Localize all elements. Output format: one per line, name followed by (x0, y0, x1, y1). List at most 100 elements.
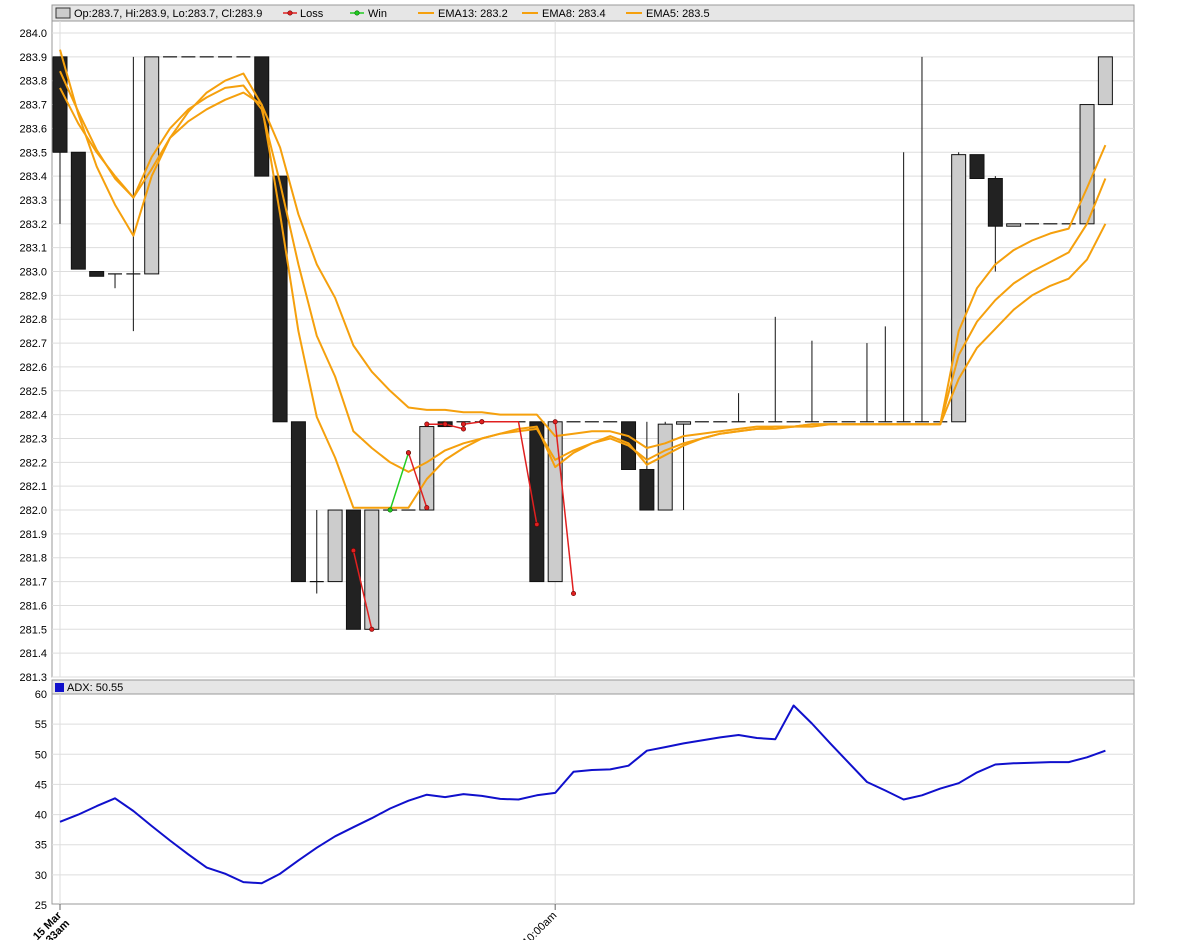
chart-canvas: Op:283.7, Hi:283.9, Lo:283.7, Cl:283.9 L… (19, 4, 1135, 945)
candle (290, 421, 306, 583)
adx-pane (51, 693, 1135, 905)
price-plot (52, 49, 1113, 632)
price-tick-label: 283.6 (19, 123, 47, 135)
candle (108, 273, 123, 289)
price-tick-label: 282.8 (19, 314, 47, 326)
candle (327, 509, 343, 583)
price-tick-label: 284.0 (19, 28, 47, 40)
adx-tick-label: 50 (35, 749, 47, 761)
candle (89, 271, 105, 277)
price-tick-label: 281.4 (19, 648, 47, 660)
candle (1006, 223, 1022, 227)
candle (529, 421, 545, 583)
candle (768, 316, 783, 423)
adx-line (59, 704, 1106, 885)
trade-marker (424, 421, 430, 427)
candle (969, 154, 985, 179)
loss-legend-marker (287, 10, 293, 16)
candle-body-down (529, 421, 545, 583)
win-legend-text: Win (368, 8, 387, 20)
adx-tick-label: 40 (35, 810, 47, 822)
adx-tick-label: 55 (35, 719, 47, 731)
price-tick-label: 282.1 (19, 481, 47, 493)
price-tick-label: 282.3 (19, 433, 47, 445)
price-tick-label: 281.5 (19, 624, 47, 636)
candle-body-up (657, 423, 673, 511)
trade-marker (369, 626, 375, 632)
candle-body-down (969, 154, 985, 179)
candle-body-up (951, 154, 967, 423)
price-tick-label: 281.3 (19, 672, 47, 684)
price-tick-label: 283.4 (19, 171, 47, 183)
price-tick-label: 282.9 (19, 290, 47, 302)
ema13-legend-text: EMA13: 283.2 (438, 8, 508, 20)
ohlc-legend-swatch (55, 7, 71, 19)
candle (731, 393, 746, 423)
candle-body-down (89, 271, 105, 277)
candle-body-down (639, 468, 655, 511)
candle-body-up (1079, 104, 1095, 225)
price-tick-label: 282.7 (19, 338, 47, 350)
candle-body-down (70, 151, 86, 270)
price-tick-label: 283.9 (19, 52, 47, 64)
candle (547, 421, 563, 583)
price-tick-label: 282.0 (19, 505, 47, 517)
candle (657, 421, 673, 511)
price-tick-label: 283.2 (19, 219, 47, 231)
axes: 281.3 281.4 281.5 281.6 281.7 281.8 281.9 282.0… (19, 28, 560, 945)
price-tick-label: 283.0 (19, 267, 47, 279)
candle (1079, 104, 1095, 225)
ema8-legend-text: EMA8: 283.4 (542, 8, 606, 20)
win-trade (387, 450, 411, 513)
price-tick-label: 281.6 (19, 600, 47, 612)
trade-marker (534, 521, 540, 527)
candle-body-down (987, 177, 1003, 227)
candle-body-up (1097, 56, 1113, 106)
ohlc-legend-text: Op:283.7, Hi:283.9, Lo:283.7, Cl:283.9 (74, 8, 262, 20)
price-tick-label: 281.9 (19, 529, 47, 541)
candle-body-down (290, 421, 306, 583)
candle (859, 343, 874, 423)
trade-marker (479, 419, 485, 425)
candle (309, 510, 324, 594)
adx-tick-label: 35 (35, 840, 47, 852)
price-tick-label: 283.1 (19, 243, 47, 255)
trade-marker (387, 507, 393, 513)
ema5-line (59, 49, 1107, 509)
x-tick-label: 10:00am (521, 910, 560, 940)
price-tick-label: 283.8 (19, 76, 47, 88)
price-tick-label: 281.7 (19, 577, 47, 589)
price-tick-label: 282.4 (19, 410, 47, 422)
price-tick-label: 282.6 (19, 362, 47, 374)
candle (1097, 56, 1113, 106)
candle (878, 326, 893, 423)
candle-body-up (547, 421, 563, 583)
candle (639, 421, 655, 511)
trade-marker (460, 421, 466, 427)
trade-marker (460, 426, 466, 432)
adx-tick-label: 45 (35, 779, 47, 791)
price-tick-label: 283.7 (19, 100, 47, 112)
loss-legend-text: Loss (300, 8, 324, 20)
trade-line (389, 452, 410, 511)
adx-pane-header (51, 679, 1135, 695)
candle (896, 152, 911, 423)
adx-tick-label: 30 (35, 870, 47, 882)
price-tick-label: 281.8 (19, 553, 47, 565)
adx-legend-text: ADX: 50.55 (67, 682, 123, 694)
adx-tick-label: 60 (35, 689, 47, 701)
price-tick-label: 283.5 (19, 147, 47, 159)
price-tick-label: 282.5 (19, 386, 47, 398)
adx-legend-swatch (55, 683, 64, 692)
trade-marker (552, 419, 558, 425)
candle (70, 151, 86, 270)
trade-marker (442, 421, 448, 427)
candle-body-up (1006, 223, 1022, 227)
trade-marker (405, 450, 411, 456)
candle-body-down (52, 56, 68, 153)
price-tick-label: 282.2 (19, 457, 47, 469)
price-tick-label: 283.3 (19, 195, 47, 207)
candle-body-up (327, 509, 343, 583)
adx-tick-label: 25 (35, 900, 47, 912)
grid (52, 21, 1134, 904)
